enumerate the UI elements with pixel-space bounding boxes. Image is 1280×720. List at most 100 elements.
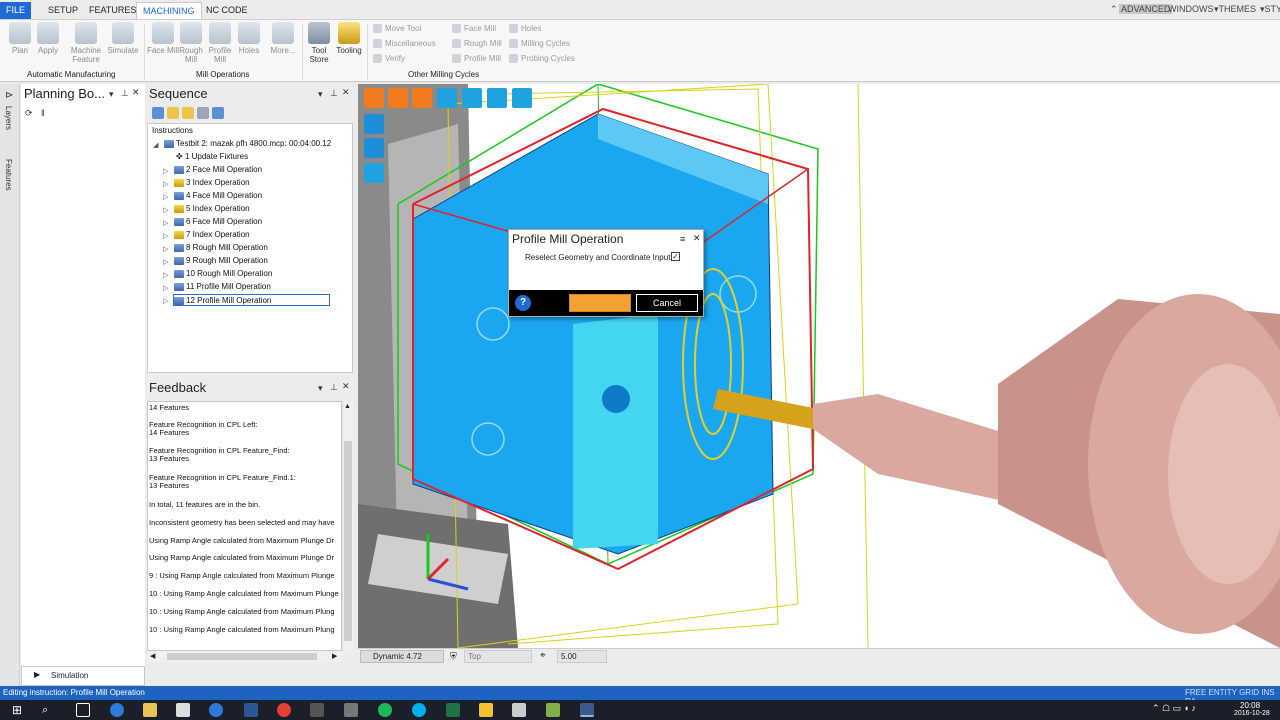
expand-icon[interactable]: ▶ <box>34 670 40 679</box>
sequence-pin-icon[interactable]: ⊥ <box>330 88 338 99</box>
tab-machining[interactable]: MACHINING <box>136 2 202 19</box>
list-item[interactable]: 7 Index Operation <box>174 229 250 241</box>
list-item[interactable]: 8 Rough Mill Operation <box>174 242 268 254</box>
measure-icon[interactable] <box>412 88 432 108</box>
expand-icon[interactable]: ▷ <box>163 206 168 214</box>
view-select[interactable]: Top <box>464 650 532 663</box>
expand-icon[interactable]: ▷ <box>163 219 168 227</box>
edge-icon[interactable] <box>110 703 124 717</box>
zoom-icon[interactable] <box>462 88 482 108</box>
list-item[interactable]: ✜ 1 Update Fixtures <box>176 151 248 163</box>
simulate-button[interactable]: Simulate <box>106 22 140 55</box>
scroll-left-icon[interactable]: ◀ <box>150 652 155 660</box>
app-icon[interactable] <box>546 703 560 717</box>
apply-button[interactable]: Apply <box>31 22 65 55</box>
list-item[interactable]: 10 Rough Mill Operation <box>174 268 272 280</box>
feedback-pin-icon[interactable]: ⊥ <box>330 382 338 393</box>
start-icon[interactable]: ⊞ <box>10 703 24 717</box>
panel-pin-icon[interactable]: ⊥ <box>121 88 129 99</box>
scroll-thumb[interactable] <box>344 441 352 641</box>
expand-icon[interactable]: ▷ <box>163 284 168 292</box>
task-view-icon[interactable] <box>76 703 90 717</box>
excel-icon[interactable] <box>446 703 460 717</box>
expand-icon[interactable]: ▷ <box>163 245 168 253</box>
pause-icon[interactable]: ‖ <box>41 108 45 118</box>
expand-icon[interactable]: ▷ <box>163 297 168 305</box>
tab-themes[interactable]: ▾THEMES <box>1214 4 1256 15</box>
probing-cycles-button[interactable]: Probing Cycles <box>509 54 575 64</box>
skype-icon[interactable] <box>412 703 426 717</box>
tab-features[interactable]: FEATURES <box>83 2 142 19</box>
dialog-close-icon[interactable]: ✕ <box>693 233 701 244</box>
feedback-menu-icon[interactable]: ▾ <box>318 383 323 394</box>
sequence-menu-icon[interactable]: ▾ <box>318 89 323 100</box>
list-item[interactable]: 5 Index Operation <box>174 203 250 215</box>
tab-file[interactable]: FILE <box>0 2 32 19</box>
small-holes-button[interactable]: Holes <box>509 24 541 34</box>
store-icon[interactable] <box>176 703 190 717</box>
run-icon[interactable]: ⟳ <box>25 108 33 119</box>
app-icon[interactable] <box>512 703 526 717</box>
front-view-icon[interactable] <box>364 138 384 158</box>
feedback-close-icon[interactable]: ✕ <box>342 381 350 392</box>
view-cube-icon[interactable] <box>364 88 384 108</box>
help-icon[interactable]: ? <box>515 295 531 311</box>
expand-icon[interactable]: ▷ <box>163 271 168 279</box>
tab-style[interactable]: ▾STYL <box>1260 4 1280 15</box>
search-icon[interactable]: ⌕ <box>42 703 56 717</box>
iso-view-icon[interactable] <box>364 114 384 134</box>
scroll-up-icon[interactable]: ▲ <box>344 403 351 410</box>
word-icon[interactable] <box>244 703 258 717</box>
pin-icon[interactable]: ⊳ <box>5 90 13 101</box>
machine-feature-button[interactable]: Machine Feature <box>67 22 105 64</box>
features-tab[interactable]: Features <box>4 159 13 191</box>
verify-button[interactable]: Verify <box>373 54 405 64</box>
vertical-scrollbar[interactable]: ▲ <box>342 401 353 651</box>
tab-nc-code[interactable]: NC CODE <box>200 2 254 19</box>
list-item[interactable]: 6 Face Mill Operation <box>174 216 262 228</box>
more-button[interactable]: More... <box>266 22 300 55</box>
sequence-close-icon[interactable]: ✕ <box>342 87 350 98</box>
chrome-icon[interactable] <box>277 703 291 717</box>
app-icon[interactable] <box>310 703 324 717</box>
horizontal-scrollbar[interactable]: ◀ ▶ <box>147 651 342 662</box>
tab-advanced[interactable]: ADVANCED <box>1119 4 1173 14</box>
collapse-icon[interactable]: ◢ <box>153 141 158 149</box>
panel-menu-icon[interactable]: ▾ <box>109 89 114 100</box>
folder-icon[interactable] <box>167 107 179 119</box>
list-item[interactable]: 2 Face Mill Operation <box>174 164 262 176</box>
ok-button[interactable] <box>569 294 631 312</box>
expand-icon[interactable]: ▷ <box>163 232 168 240</box>
panel-close-icon[interactable]: ✕ <box>132 87 140 98</box>
list-view-icon[interactable] <box>487 88 507 108</box>
top-view-icon[interactable] <box>364 163 384 183</box>
sync-icon[interactable] <box>212 107 224 119</box>
settings-icon[interactable] <box>197 107 209 119</box>
expand-icon[interactable]: ▷ <box>163 167 168 175</box>
section-icon[interactable] <box>388 88 408 108</box>
small-face-mill-button[interactable]: Face Mill <box>452 24 496 34</box>
reselect-checkbox[interactable]: ✓ <box>671 252 680 261</box>
small-rough-mill-button[interactable]: Rough Mill <box>452 39 502 49</box>
pan-icon[interactable] <box>437 88 457 108</box>
mode-field[interactable]: Dynamic 4.72 <box>360 650 444 663</box>
tab-windows[interactable]: WINDOWS <box>1168 4 1214 14</box>
small-profile-mill-button[interactable]: Profile Mill <box>452 54 501 64</box>
layers-tab[interactable]: Layers <box>4 106 13 130</box>
miscellaneous-button[interactable]: Miscellaneous <box>373 39 436 49</box>
app-icon[interactable] <box>479 703 493 717</box>
expand-icon[interactable]: ▷ <box>163 180 168 188</box>
scroll-thumb-h[interactable] <box>167 653 317 660</box>
simulation-bar[interactable]: ▶ Simulation <box>21 666 145 686</box>
group-icon[interactable] <box>182 107 194 119</box>
list-item[interactable]: 11 Profile Mill Operation <box>174 281 271 293</box>
tooling-button[interactable]: Tooling <box>332 22 366 55</box>
zoom-field[interactable]: 5.00 <box>557 650 607 663</box>
cancel-button[interactable]: Cancel <box>636 294 698 312</box>
tool-store-button[interactable]: Tool Store <box>302 22 336 64</box>
explorer-icon[interactable] <box>143 703 157 717</box>
tray-icons[interactable]: ⌃ ☖ ▭ ◖ ♪ <box>1152 703 1196 714</box>
featurecam-icon[interactable] <box>580 703 594 717</box>
dialog-menu-icon[interactable]: ≡ <box>680 234 685 244</box>
3d-viewport[interactable] <box>358 84 1280 648</box>
